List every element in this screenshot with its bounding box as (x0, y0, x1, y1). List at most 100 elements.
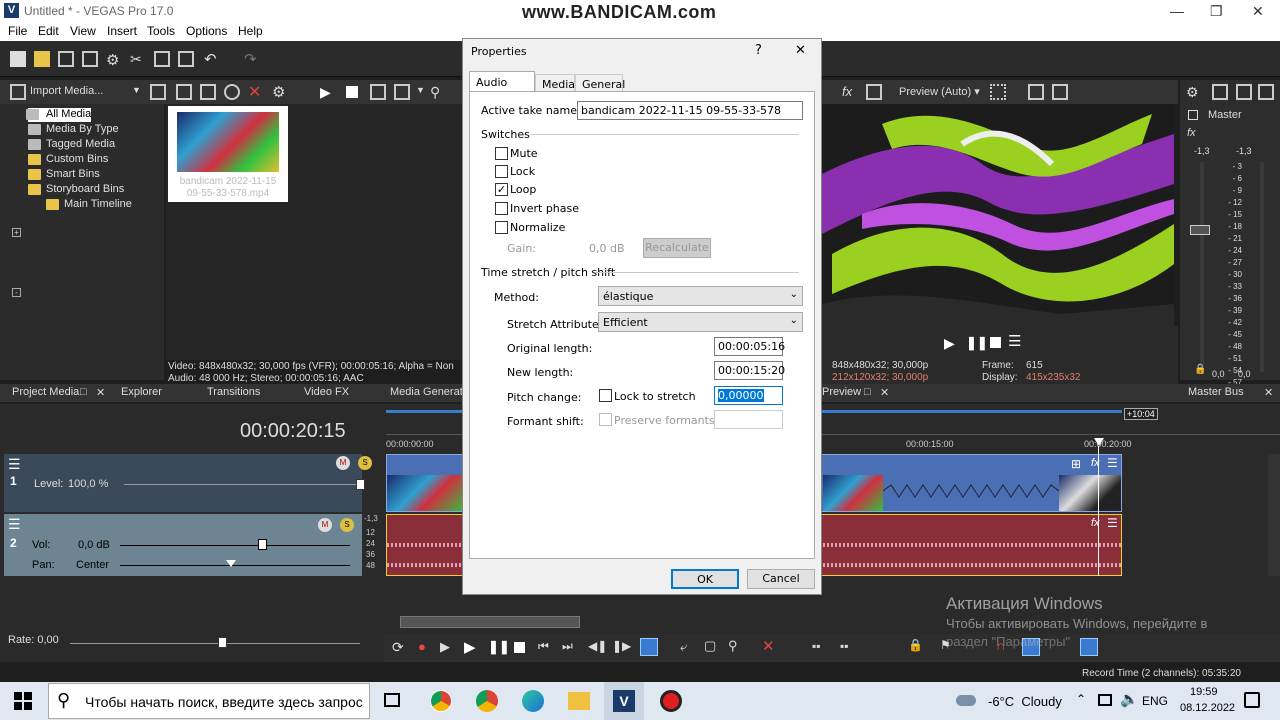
record-icon-small[interactable]: ● (418, 639, 426, 654)
tab-project-media-close-icon[interactable]: ✕ (96, 386, 105, 399)
menu-file[interactable]: File (8, 24, 27, 38)
rate-thumb[interactable] (218, 637, 227, 648)
notifications-icon[interactable] (1244, 692, 1260, 708)
track-menu-icon[interactable]: ☰ (8, 516, 21, 533)
play-icon[interactable]: ▶ (320, 84, 336, 100)
tab-project-media[interactable]: Project Media (12, 386, 79, 398)
render-icon[interactable] (82, 51, 98, 67)
open-icon[interactable] (34, 51, 50, 67)
master-settings-icon[interactable]: ⚙ (1186, 84, 1202, 100)
bandicam-taskbar-icon[interactable] (660, 690, 682, 712)
rate-slider[interactable] (70, 643, 360, 644)
language-indicator[interactable]: ENG (1142, 694, 1168, 708)
vegas-taskbar-icon[interactable]: V (604, 682, 644, 720)
dropdown-icon[interactable]: ▼ (132, 85, 141, 95)
split-screen-icon[interactable] (866, 84, 882, 100)
stretch-attributes-select[interactable]: Efficient ⌄ (598, 312, 803, 332)
get-media-icon[interactable] (176, 84, 192, 100)
envelope-tool-icon[interactable]: ⤶ (680, 639, 687, 655)
mute-icon[interactable]: M (336, 456, 350, 470)
tab-master-bus[interactable]: Master Bus (1188, 386, 1244, 398)
recalculate-button[interactable]: Recalculate (643, 238, 711, 258)
windows-start-icon[interactable] (14, 692, 32, 710)
minimize-icon[interactable]: — (1170, 3, 1184, 19)
views-dropdown-icon[interactable]: ▼ (416, 85, 425, 95)
preserve-formants-checkbox[interactable] (599, 413, 612, 426)
master-mono-icon[interactable] (1258, 84, 1274, 100)
views-icon[interactable] (394, 84, 410, 100)
cut-icon[interactable]: ✂ (130, 51, 146, 67)
search-icon[interactable]: ⚲ (430, 84, 446, 100)
copy-icon[interactable] (154, 51, 170, 67)
taskbar-search[interactable]: ⚲ Чтобы начать поиск, введите здесь запр… (48, 683, 370, 719)
master-fader[interactable] (1190, 225, 1210, 235)
trim-icon[interactable]: ▪▪ (812, 639, 821, 653)
pan-thumb[interactable] (226, 560, 236, 567)
playhead-icon[interactable] (1094, 438, 1104, 446)
transport-play-icon[interactable]: ▶ (464, 638, 476, 656)
menu-insert[interactable]: Insert (107, 24, 137, 38)
restore-icon[interactable]: ❐ (1210, 3, 1223, 20)
properties-icon[interactable]: ⚙ (272, 83, 288, 101)
fx-icon[interactable]: fx (842, 84, 852, 99)
tab-transitions[interactable]: Transitions (207, 386, 260, 398)
formant-shift-input[interactable] (714, 410, 783, 429)
import-media-icon[interactable] (10, 84, 26, 100)
file-explorer-icon[interactable] (568, 692, 590, 710)
tab-media[interactable]: Media (535, 74, 575, 92)
tab-audio-event[interactable]: Audio Event (469, 71, 535, 102)
scrollbar-vertical[interactable] (1268, 454, 1280, 576)
zoom-tool-icon[interactable]: ⚲ (728, 638, 738, 654)
dialog-close-button[interactable]: ✕ (795, 43, 806, 58)
stop-icon[interactable] (346, 86, 358, 98)
tab-video-fx[interactable]: Video FX (304, 386, 349, 398)
close-window-icon[interactable]: ✕ (1252, 3, 1264, 20)
expand-icon[interactable]: + (12, 228, 21, 237)
menu-options[interactable]: Options (186, 24, 227, 38)
mute-checkbox[interactable] (495, 147, 508, 160)
network-icon[interactable] (1098, 694, 1112, 706)
master-fx-label[interactable]: fx (1187, 127, 1196, 139)
disc-icon[interactable] (224, 84, 240, 100)
normal-edit-tool-icon[interactable] (640, 638, 658, 656)
task-view-icon[interactable] (384, 693, 400, 707)
tab-master-bus-close-icon[interactable]: ✕ (1264, 386, 1273, 399)
preview-play-icon[interactable]: ▶ (944, 335, 955, 352)
mute-icon[interactable]: M (318, 518, 332, 532)
dialog-help-button[interactable]: ? (755, 43, 762, 58)
remove-icon[interactable]: ✕ (248, 82, 264, 101)
tree-item-storyboard-bins[interactable]: Storyboard Bins (28, 183, 124, 197)
level-slider[interactable] (124, 484, 364, 485)
ok-button[interactable]: OK (671, 569, 739, 589)
tree-item-all-media[interactable]: All Media (26, 108, 92, 122)
tab-preview-close-icon[interactable]: ✕ (880, 386, 889, 399)
master-lock-icon[interactable]: 🔒 (1194, 364, 1206, 375)
tree-item-media-by-type[interactable]: Media By Type (28, 123, 119, 137)
tab-explorer[interactable]: Explorer (121, 386, 162, 398)
tree-item-smart-bins[interactable]: Smart Bins (28, 168, 100, 182)
settings-icon[interactable]: ⚙ (106, 51, 122, 69)
event-menu-icon[interactable]: ☰ (1107, 456, 1118, 470)
track-menu-icon[interactable]: ☰ (8, 456, 21, 473)
tree-item-custom-bins[interactable]: Custom Bins (28, 153, 108, 167)
solo-icon[interactable]: S (358, 456, 372, 470)
tree-item-main-timeline[interactable]: Main Timeline (46, 198, 132, 212)
master-fx-icon[interactable] (1212, 84, 1228, 100)
go-end-icon[interactable]: ⏭ (562, 639, 573, 654)
loop-playback-icon[interactable]: ⟳ (392, 639, 404, 656)
preview-stop-icon[interactable] (990, 337, 1001, 348)
invert-phase-checkbox[interactable] (495, 202, 508, 215)
vol-thumb[interactable] (258, 539, 267, 550)
cancel-button[interactable]: Cancel (747, 569, 815, 589)
collapse-icon[interactable]: - (12, 288, 21, 297)
pitch-change-input[interactable]: 0,00000 (714, 386, 783, 405)
next-frame-icon[interactable]: ❚▶ (612, 639, 631, 653)
burn-icon[interactable] (200, 84, 216, 100)
level-thumb[interactable] (356, 479, 365, 490)
selection-tool-icon[interactable]: ▢ (704, 638, 716, 654)
copy-snapshot-icon[interactable] (1028, 84, 1044, 100)
original-length-input[interactable]: 00:00:05:16 (714, 337, 785, 356)
lock-envelopes-icon[interactable] (1080, 638, 1098, 656)
menu-edit[interactable]: Edit (38, 24, 59, 38)
delete-icon[interactable]: ✕ (762, 637, 775, 655)
